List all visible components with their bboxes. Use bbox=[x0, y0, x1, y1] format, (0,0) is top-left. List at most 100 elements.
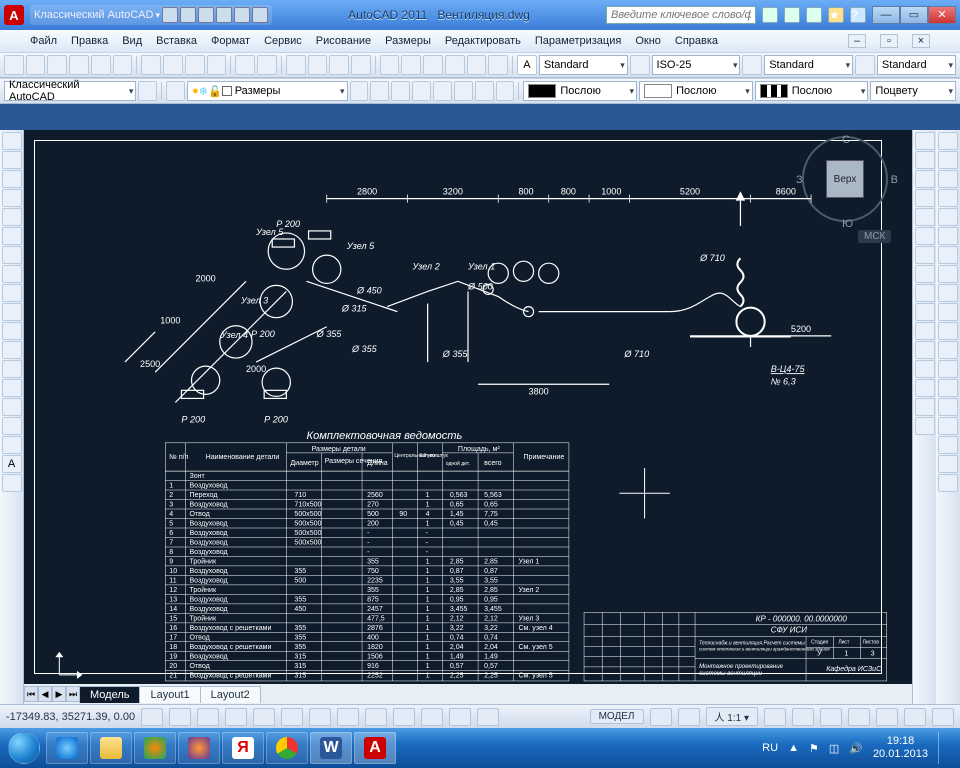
menu-window[interactable]: Окно bbox=[635, 35, 661, 47]
props-icon[interactable] bbox=[380, 55, 400, 75]
layer-props-icon[interactable] bbox=[166, 81, 185, 101]
menu-insert[interactable]: Вставка bbox=[156, 35, 197, 47]
zoom-prev-icon[interactable] bbox=[351, 55, 371, 75]
tray-network-icon[interactable]: ◫ bbox=[829, 742, 839, 755]
zoom-icon[interactable] bbox=[308, 55, 328, 75]
gradient-icon[interactable] bbox=[2, 398, 22, 416]
qp-toggle[interactable] bbox=[449, 708, 471, 726]
snap-toggle[interactable] bbox=[141, 708, 163, 726]
match-icon[interactable] bbox=[207, 55, 227, 75]
dimstyle-icon[interactable] bbox=[630, 55, 650, 75]
help-search-input[interactable] bbox=[606, 6, 756, 24]
mlstyle-icon[interactable] bbox=[855, 55, 875, 75]
qat-save-icon[interactable] bbox=[198, 7, 214, 23]
publish-icon[interactable] bbox=[113, 55, 133, 75]
menu-edit[interactable]: Правка bbox=[71, 35, 108, 47]
tray-shield-icon[interactable]: ▲ bbox=[788, 742, 799, 754]
taskbar-word[interactable]: W bbox=[310, 732, 352, 764]
paste-icon[interactable] bbox=[185, 55, 205, 75]
autocad-logo-icon[interactable]: A bbox=[4, 5, 24, 25]
layer-freeze2-icon[interactable] bbox=[433, 81, 452, 101]
workspace-settings-icon[interactable] bbox=[138, 81, 157, 101]
tray-lang[interactable]: RU bbox=[762, 742, 778, 754]
scale-icon[interactable] bbox=[915, 265, 935, 283]
sheetset-icon[interactable] bbox=[445, 55, 465, 75]
layer-prev-icon[interactable] bbox=[350, 81, 369, 101]
center-icon[interactable] bbox=[938, 417, 958, 435]
minimize-button[interactable]: — bbox=[872, 6, 900, 24]
hardware-accel-icon[interactable] bbox=[876, 708, 898, 726]
copy-icon[interactable] bbox=[163, 55, 183, 75]
spline-icon[interactable] bbox=[2, 265, 22, 283]
open-icon[interactable] bbox=[26, 55, 46, 75]
dyn-toggle[interactable] bbox=[365, 708, 387, 726]
calc-icon[interactable] bbox=[488, 55, 508, 75]
textstyle-icon[interactable]: A bbox=[517, 55, 537, 75]
mlstyle-dropdown[interactable]: Standard bbox=[877, 55, 956, 75]
drawing-canvas[interactable]: Верх С В Ю З МСК bbox=[24, 130, 912, 704]
ws-switch-icon[interactable] bbox=[820, 708, 842, 726]
ortho-toggle[interactable] bbox=[197, 708, 219, 726]
tray-volume-icon[interactable]: 🔊 bbox=[849, 742, 863, 755]
zoom-window-icon[interactable] bbox=[329, 55, 349, 75]
taskbar-chrome[interactable] bbox=[266, 732, 308, 764]
extend-icon[interactable] bbox=[915, 322, 935, 340]
copy2-icon[interactable] bbox=[915, 151, 935, 169]
quickview-layouts-icon[interactable] bbox=[650, 708, 672, 726]
qat-open-icon[interactable] bbox=[180, 7, 196, 23]
lwt-toggle[interactable] bbox=[393, 708, 415, 726]
trim-icon[interactable] bbox=[915, 303, 935, 321]
lineweight-dropdown[interactable]: Послою bbox=[755, 81, 869, 101]
favorites-icon[interactable]: ★ bbox=[828, 7, 844, 23]
wipeout-icon[interactable] bbox=[938, 208, 958, 226]
close-button[interactable]: ✕ bbox=[928, 6, 956, 24]
save-icon[interactable] bbox=[47, 55, 67, 75]
annoscale-button[interactable]: 人 1:1 ▾ bbox=[706, 707, 759, 726]
tab-layout1[interactable]: Layout1 bbox=[139, 686, 200, 703]
tab-last-icon[interactable]: ⏭ bbox=[66, 686, 80, 702]
taskbar-explorer[interactable] bbox=[90, 732, 132, 764]
menu-file[interactable]: Файл bbox=[30, 35, 57, 47]
designcenter-icon[interactable] bbox=[401, 55, 421, 75]
fillet-icon[interactable] bbox=[915, 398, 935, 416]
color-dropdown[interactable]: Послою bbox=[523, 81, 637, 101]
move-icon[interactable] bbox=[915, 227, 935, 245]
clean-screen-icon[interactable] bbox=[932, 708, 954, 726]
new-icon[interactable] bbox=[4, 55, 24, 75]
qat-new-icon[interactable] bbox=[162, 7, 178, 23]
menu-view[interactable]: Вид bbox=[122, 35, 142, 47]
start-button[interactable] bbox=[4, 728, 44, 768]
workspace-label[interactable]: Классический AutoCAD bbox=[34, 9, 153, 21]
tab-next-icon[interactable]: ▶ bbox=[52, 686, 66, 702]
stretch-icon[interactable] bbox=[915, 284, 935, 302]
block-icon[interactable] bbox=[2, 341, 22, 359]
array-icon[interactable] bbox=[915, 208, 935, 226]
toolpalette-icon[interactable] bbox=[423, 55, 443, 75]
arc-icon[interactable] bbox=[2, 208, 22, 226]
taskbar-autocad[interactable]: A bbox=[354, 732, 396, 764]
chamfer-icon[interactable] bbox=[915, 379, 935, 397]
insert-icon[interactable] bbox=[2, 322, 22, 340]
leader-icon[interactable] bbox=[938, 436, 958, 454]
polygon-icon[interactable] bbox=[2, 170, 22, 188]
join-icon[interactable] bbox=[915, 360, 935, 378]
exchange-icon[interactable] bbox=[806, 7, 822, 23]
tab-first-icon[interactable]: ⏮ bbox=[24, 686, 38, 702]
layer-states-icon[interactable] bbox=[370, 81, 389, 101]
menu-format[interactable]: Формат bbox=[211, 35, 250, 47]
ducs-toggle[interactable] bbox=[337, 708, 359, 726]
preview-icon[interactable] bbox=[91, 55, 111, 75]
taskbar-yandex[interactable]: Я bbox=[222, 732, 264, 764]
show-desktop-button[interactable] bbox=[938, 732, 948, 764]
tolerance-icon[interactable] bbox=[938, 398, 958, 416]
doc-close-button[interactable]: × bbox=[912, 34, 930, 48]
explode-icon[interactable] bbox=[915, 417, 935, 435]
sc-toggle[interactable] bbox=[477, 708, 499, 726]
layer-iso-icon[interactable] bbox=[391, 81, 410, 101]
annovis-icon[interactable] bbox=[764, 708, 786, 726]
dim-angular-icon[interactable] bbox=[938, 284, 958, 302]
menu-dimension[interactable]: Размеры bbox=[385, 35, 431, 47]
offset-icon[interactable] bbox=[915, 189, 935, 207]
layer-make-icon[interactable] bbox=[475, 81, 494, 101]
taskbar-firefox[interactable] bbox=[178, 732, 220, 764]
